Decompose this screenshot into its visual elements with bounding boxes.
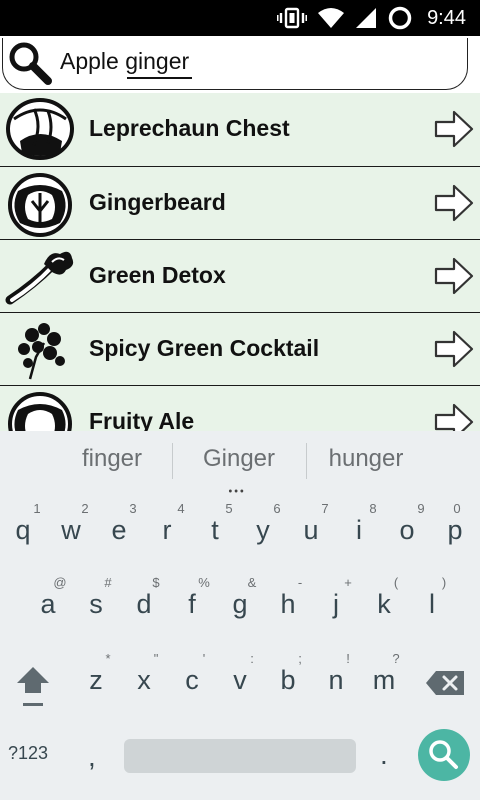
suggestion-divider — [172, 443, 173, 479]
key-n[interactable]: ! n — [312, 649, 360, 719]
parsley-icon — [18, 323, 65, 380]
key-y[interactable]: 6y — [239, 497, 287, 567]
key-j[interactable]: + j — [312, 573, 360, 643]
celery-icon — [5, 251, 74, 305]
shift-icon — [17, 667, 49, 706]
spellcheck-underline — [127, 77, 192, 79]
recipe-item[interactable]: Spicy Green Cocktail — [0, 312, 480, 385]
suggestion-item[interactable]: hunger — [306, 445, 426, 477]
recipe-name: Green Detox — [89, 262, 226, 288]
suggestion-strip: finger Ginger hunger ••• — [0, 431, 480, 500]
key-h[interactable]: -h — [264, 573, 312, 643]
key-i[interactable]: 8i — [335, 497, 383, 567]
recipe-name: Fruity Ale — [89, 408, 195, 431]
key-g[interactable]: & g — [216, 573, 264, 643]
status-bar: 9:44 — [0, 0, 480, 36]
status-time: 9:44 — [427, 6, 466, 29]
arrow-right-icon[interactable] — [434, 256, 474, 296]
key-p[interactable]: 0p — [431, 497, 479, 567]
period-key[interactable]: . — [380, 739, 388, 771]
search-icon[interactable] — [6, 40, 54, 86]
recipe-name: Leprechaun Chest — [89, 115, 290, 141]
recipe-item[interactable]: Fruity Ale — [0, 385, 480, 431]
space-bar[interactable] — [124, 739, 356, 773]
shift-key[interactable] — [9, 649, 57, 719]
key-x[interactable]: " x — [120, 649, 168, 719]
search-input[interactable]: Apple ginger — [60, 48, 450, 79]
battery-icon — [388, 6, 412, 30]
recipe-list[interactable]: Leprechaun Chest Gingerbeard Green Detox — [0, 93, 480, 431]
arrow-right-icon[interactable] — [434, 402, 474, 431]
recipe-item[interactable]: Green Detox — [0, 239, 480, 312]
key-e[interactable]: 3e — [95, 497, 143, 567]
search-icon — [429, 740, 458, 769]
key-d[interactable]: $ d — [120, 573, 168, 643]
lettuce-icon — [8, 392, 72, 431]
key-r[interactable]: 4r — [143, 497, 191, 567]
search-action-key[interactable] — [418, 729, 470, 781]
key-v[interactable]: :v — [216, 649, 264, 719]
key-a[interactable]: @ a — [24, 573, 72, 643]
recipe-item[interactable]: Leprechaun Chest — [0, 93, 480, 166]
key-u[interactable]: 7u — [287, 497, 335, 567]
recipe-name: Spicy Green Cocktail — [89, 335, 320, 361]
vibrate-icon — [277, 7, 308, 29]
search-bar: Apple ginger — [0, 36, 480, 94]
key-z[interactable]: * z — [72, 649, 120, 719]
symbols-key[interactable]: ?123 — [8, 743, 48, 764]
soft-keyboard: finger Ginger hunger ••• 1q 2w 3e 4r 5t … — [0, 431, 480, 800]
key-t[interactable]: 5t — [191, 497, 239, 567]
recipe-item[interactable]: Gingerbeard — [0, 166, 480, 239]
arrow-right-icon[interactable] — [434, 329, 474, 369]
status-icons: 9:44 — [277, 0, 466, 36]
key-m[interactable]: ? m — [360, 649, 408, 719]
arrow-right-icon[interactable] — [434, 109, 474, 149]
wifi-icon — [318, 8, 345, 28]
key-w[interactable]: 2w — [47, 497, 95, 567]
lettuce-icon — [8, 173, 72, 237]
lettuce-icon — [6, 98, 74, 160]
key-f[interactable]: % f — [168, 573, 216, 643]
key-c[interactable]: ' c — [168, 649, 216, 719]
search-input-text: Apple ginger — [60, 48, 190, 74]
backspace-key[interactable] — [422, 649, 470, 719]
key-k[interactable]: (k — [360, 573, 408, 643]
key-s[interactable]: # s — [72, 573, 120, 643]
arrow-right-icon[interactable] — [434, 183, 474, 223]
backspace-icon — [426, 671, 464, 695]
key-l[interactable]: ) l — [408, 573, 456, 643]
comma-key[interactable]: , — [88, 741, 96, 773]
suggestion-item[interactable]: Ginger — [179, 445, 299, 477]
suggestion-item[interactable]: finger — [52, 445, 172, 477]
key-q[interactable]: 1q — [0, 497, 47, 567]
signal-icon — [356, 8, 377, 28]
key-b[interactable]: ; b — [264, 649, 312, 719]
recipe-name: Gingerbeard — [89, 189, 226, 215]
